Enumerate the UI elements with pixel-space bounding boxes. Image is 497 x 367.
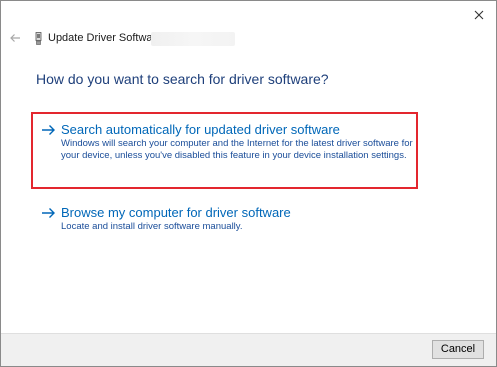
dialog-footer: Cancel <box>1 333 496 366</box>
back-button[interactable] <box>9 31 23 45</box>
option-description: Windows will search your computer and th… <box>61 138 413 162</box>
update-driver-dialog: Update Driver Software How do you want t… <box>0 0 497 367</box>
back-arrow-icon <box>10 34 20 42</box>
device-icon <box>34 32 43 45</box>
cancel-button[interactable]: Cancel <box>432 340 484 359</box>
right-arrow-icon <box>42 208 55 218</box>
option-description: Locate and install driver software manua… <box>61 221 243 232</box>
device-name-redacted <box>151 32 235 46</box>
title-bar: Update Driver Software <box>1 27 496 53</box>
option-title[interactable]: Search automatically for updated driver … <box>61 122 340 137</box>
close-button[interactable] <box>472 8 486 22</box>
page-heading: How do you want to search for driver sof… <box>36 71 329 87</box>
option-title[interactable]: Browse my computer for driver software <box>61 205 291 220</box>
window-title: Update Driver Software <box>48 32 163 44</box>
close-icon <box>474 10 484 20</box>
right-arrow-icon <box>42 125 55 135</box>
